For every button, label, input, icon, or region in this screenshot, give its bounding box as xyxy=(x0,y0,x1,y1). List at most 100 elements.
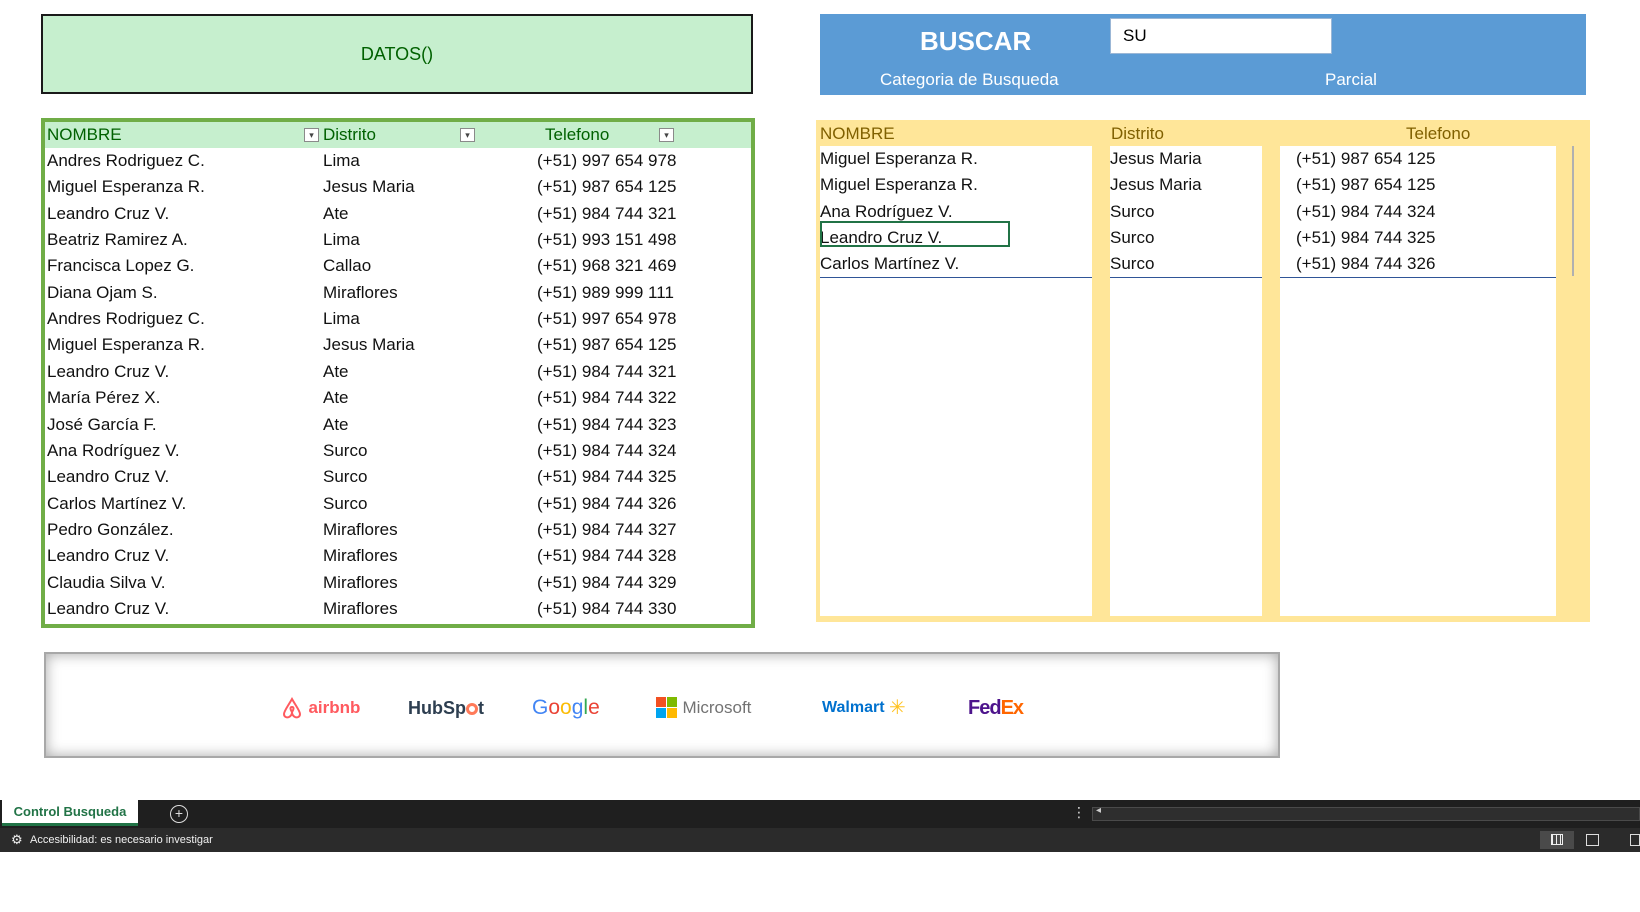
header-nombre[interactable]: NOMBRE xyxy=(47,122,122,148)
cell-telefono[interactable]: (+51) 984 744 330 xyxy=(537,596,676,622)
cell-telefono[interactable]: (+51) 984 744 328 xyxy=(537,543,676,569)
cell-telefono[interactable]: (+51) 987 654 125 xyxy=(537,332,676,358)
cell-distrito[interactable]: Surco xyxy=(323,464,367,490)
cell-nombre[interactable]: Ana Rodríguez V. xyxy=(47,438,180,464)
cell-nombre[interactable]: Leandro Cruz V. xyxy=(47,596,169,622)
cell-nombre[interactable]: Pedro González. xyxy=(47,517,174,543)
table-row[interactable]: María Pérez X. Ate (+51) 984 744 322 xyxy=(45,385,751,411)
cell-nombre[interactable]: Claudia Silva V. xyxy=(47,570,165,596)
cell-telefono[interactable]: (+51) 989 999 111 xyxy=(537,280,674,306)
results-list-telefono[interactable]: (+51) 987 654 125 (+51) 987 654 125 (+51) … xyxy=(1280,146,1556,616)
cell-nombre[interactable]: Beatriz Ramirez A. xyxy=(47,227,188,253)
cell-telefono[interactable]: (+51) 984 744 329 xyxy=(537,570,676,596)
table-row[interactable]: Pedro González. Miraflores (+51) 984 744 3… xyxy=(45,517,751,543)
cell-distrito[interactable]: Jesus Maria xyxy=(323,332,415,358)
result-telefono[interactable]: (+51) 984 744 326 xyxy=(1296,251,1435,277)
table-row[interactable]: Diana Ojam S. Miraflores (+51) 989 999 111 xyxy=(45,280,751,306)
table-row[interactable]: Andres Rodriguez C. Lima (+51) 997 654 978 xyxy=(45,306,751,332)
cell-distrito[interactable]: Surco xyxy=(323,438,367,464)
scrollbar[interactable] xyxy=(1572,146,1574,276)
table-row[interactable]: Leandro Cruz V. Ate (+51) 984 744 321 xyxy=(45,201,751,227)
header-telefono[interactable]: Telefono xyxy=(545,122,609,148)
cell-distrito[interactable]: Lima xyxy=(323,227,360,253)
cell-nombre[interactable]: Andres Rodriguez C. xyxy=(47,306,205,332)
filter-dropdown-icon[interactable]: ▾ xyxy=(460,128,475,142)
cell-telefono[interactable]: (+51) 987 654 125 xyxy=(537,174,676,200)
table-row[interactable]: Carlos Martínez V. Surco (+51) 984 744 326 xyxy=(45,491,751,517)
cell-telefono[interactable]: (+51) 997 654 978 xyxy=(537,148,676,174)
table-row[interactable]: Francisca Lopez G. Callao (+51) 968 321 46… xyxy=(45,253,751,279)
table-row[interactable]: Leandro Cruz V. Surco (+51) 984 744 325 xyxy=(45,464,751,490)
cell-nombre[interactable]: Leandro Cruz V. xyxy=(47,201,169,227)
scroll-left-icon[interactable]: ◂ xyxy=(1096,805,1101,816)
table-row[interactable]: Leandro Cruz V. Ate (+51) 984 744 321 xyxy=(45,359,751,385)
cell-telefono[interactable]: (+51) 993 151 498 xyxy=(537,227,676,253)
result-nombre[interactable]: Miguel Esperanza R. xyxy=(820,172,978,198)
cell-nombre[interactable]: María Pérez X. xyxy=(47,385,160,411)
cell-distrito[interactable]: Ate xyxy=(323,201,349,227)
cell-distrito[interactable]: Jesus Maria xyxy=(323,174,415,200)
result-nombre[interactable]: Carlos Martínez V. xyxy=(820,251,959,277)
normal-view-icon[interactable] xyxy=(1540,831,1574,849)
result-telefono[interactable]: (+51) 984 744 325 xyxy=(1296,225,1435,251)
page-break-view-icon[interactable] xyxy=(1630,834,1640,846)
table-row[interactable]: Leandro Cruz V. Miraflores (+51) 984 744 3… xyxy=(45,596,751,622)
cell-telefono[interactable]: (+51) 984 744 321 xyxy=(537,201,676,227)
cell-distrito[interactable]: Miraflores xyxy=(323,280,398,306)
cell-nombre[interactable]: Leandro Cruz V. xyxy=(47,359,169,385)
filter-dropdown-icon[interactable]: ▾ xyxy=(659,128,674,142)
table-row[interactable]: Miguel Esperanza R. Jesus Maria (+51) 987 … xyxy=(45,332,751,358)
cell-telefono[interactable]: (+51) 997 654 978 xyxy=(537,306,676,332)
cell-telefono[interactable]: (+51) 984 744 327 xyxy=(537,517,676,543)
header-distrito[interactable]: Distrito xyxy=(323,122,376,148)
result-distrito[interactable]: Surco xyxy=(1110,251,1154,277)
cell-nombre[interactable]: Carlos Martínez V. xyxy=(47,491,186,517)
datos-title-box[interactable]: DATOS() xyxy=(41,14,753,94)
cell-distrito[interactable]: Lima xyxy=(323,306,360,332)
cell-telefono[interactable]: (+51) 984 744 322 xyxy=(537,385,676,411)
table-row[interactable]: Leandro Cruz V. Miraflores (+51) 984 744 3… xyxy=(45,543,751,569)
search-input[interactable]: SU xyxy=(1110,18,1332,54)
cell-telefono[interactable]: (+51) 984 744 323 xyxy=(537,412,676,438)
results-list-distrito[interactable]: Jesus Maria Jesus Maria Surco Surco Surco xyxy=(1110,146,1262,616)
result-distrito[interactable]: Jesus Maria xyxy=(1110,146,1202,172)
cell-nombre[interactable]: Leandro Cruz V. xyxy=(47,543,169,569)
table-row[interactable]: Ana Rodríguez V. Surco (+51) 984 744 324 xyxy=(45,438,751,464)
cell-telefono[interactable]: (+51) 984 744 325 xyxy=(537,464,676,490)
cell-distrito[interactable]: Miraflores xyxy=(323,596,398,622)
table-row[interactable]: Andres Rodriguez C. Lima (+51) 997 654 978 xyxy=(45,148,751,174)
cell-distrito[interactable]: Ate xyxy=(323,385,349,411)
cell-nombre[interactable]: Francisca Lopez G. xyxy=(47,253,194,279)
accessibility-status[interactable]: Accesibilidad: es necesario investigar xyxy=(30,828,213,852)
cell-telefono[interactable]: (+51) 968 321 469 xyxy=(537,253,676,279)
result-telefono[interactable]: (+51) 987 654 125 xyxy=(1296,172,1435,198)
table-row[interactable]: Claudia Silva V. Miraflores (+51) 984 744 … xyxy=(45,570,751,596)
cell-nombre[interactable]: Miguel Esperanza R. xyxy=(47,174,205,200)
result-telefono[interactable]: (+51) 987 654 125 xyxy=(1296,146,1435,172)
cell-telefono[interactable]: (+51) 984 744 324 xyxy=(537,438,676,464)
cell-distrito[interactable]: Lima xyxy=(323,148,360,174)
filter-dropdown-icon[interactable]: ▾ xyxy=(304,128,319,142)
cell-nombre[interactable]: Leandro Cruz V. xyxy=(47,464,169,490)
cell-nombre[interactable]: José García F. xyxy=(47,412,157,438)
page-layout-view-icon[interactable] xyxy=(1586,834,1599,846)
cell-distrito[interactable]: Miraflores xyxy=(323,517,398,543)
cell-distrito[interactable]: Ate xyxy=(323,359,349,385)
cell-distrito[interactable]: Miraflores xyxy=(323,570,398,596)
table-row[interactable]: Miguel Esperanza R. Jesus Maria (+51) 987 … xyxy=(45,174,751,200)
more-options-icon[interactable]: ⋮ xyxy=(1072,804,1086,821)
results-list-nombre[interactable]: Miguel Esperanza R. Miguel Esperanza R. An… xyxy=(820,146,1092,616)
result-distrito[interactable]: Surco xyxy=(1110,225,1154,251)
sheet-tab-control-busqueda[interactable]: Control Busqueda xyxy=(2,800,138,826)
result-nombre[interactable]: Miguel Esperanza R. xyxy=(820,146,978,172)
cell-distrito[interactable]: Callao xyxy=(323,253,371,279)
cell-telefono[interactable]: (+51) 984 744 326 xyxy=(537,491,676,517)
cell-nombre[interactable]: Andres Rodriguez C. xyxy=(47,148,205,174)
accessibility-icon[interactable]: ⚙ xyxy=(11,832,23,848)
cell-nombre[interactable]: Diana Ojam S. xyxy=(47,280,158,306)
cell-telefono[interactable]: (+51) 984 744 321 xyxy=(537,359,676,385)
cell-nombre[interactable]: Miguel Esperanza R. xyxy=(47,332,205,358)
table-row[interactable]: Beatriz Ramirez A. Lima (+51) 993 151 498 xyxy=(45,227,751,253)
cell-distrito[interactable]: Miraflores xyxy=(323,543,398,569)
result-telefono[interactable]: (+51) 984 744 324 xyxy=(1296,199,1435,225)
